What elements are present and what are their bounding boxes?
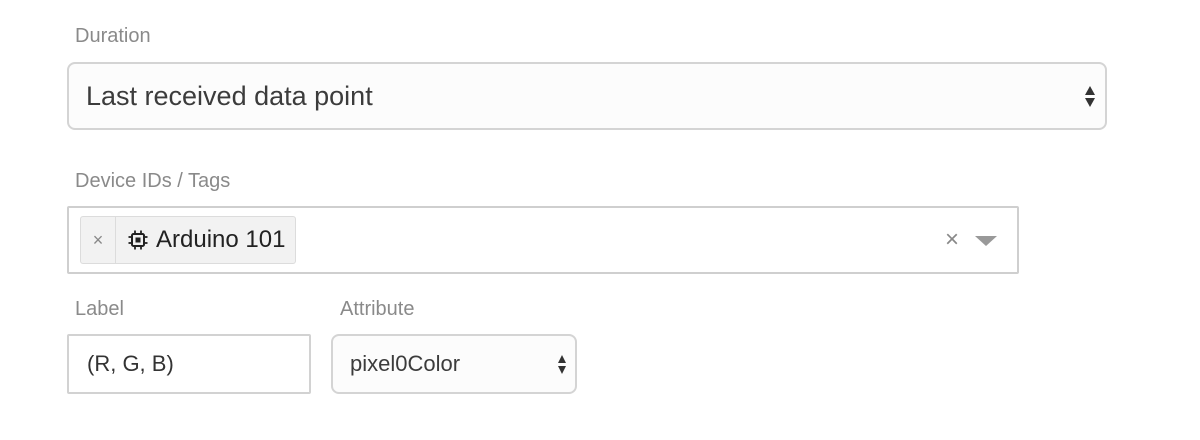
attribute-label: Attribute: [340, 298, 415, 320]
select-updown-icon: [1083, 82, 1097, 110]
select-updown-icon: [555, 351, 569, 377]
device-tag: × Arduino 101: [80, 216, 297, 264]
duration-select[interactable]: Last received data point: [67, 62, 1107, 130]
widget-settings-form: Duration Last received data point Device…: [0, 0, 1200, 440]
tag-label: Arduino 101: [156, 226, 286, 253]
chevron-down-icon[interactable]: [975, 236, 997, 246]
duration-label: Duration: [75, 25, 151, 47]
label-input[interactable]: [67, 334, 311, 394]
device-ids-label: Device IDs / Tags: [75, 170, 231, 192]
label-field-label: Label: [75, 298, 124, 320]
tag-remove-icon[interactable]: ×: [81, 217, 116, 263]
chip-icon: [128, 230, 148, 250]
device-tags-input[interactable]: × Arduino 101 ×: [67, 206, 1019, 274]
duration-selected-value: Last received data point: [86, 80, 373, 111]
clear-all-icon[interactable]: ×: [939, 222, 965, 258]
attribute-select[interactable]: pixel0Color: [331, 334, 577, 394]
attribute-selected-value: pixel0Color: [350, 351, 461, 376]
